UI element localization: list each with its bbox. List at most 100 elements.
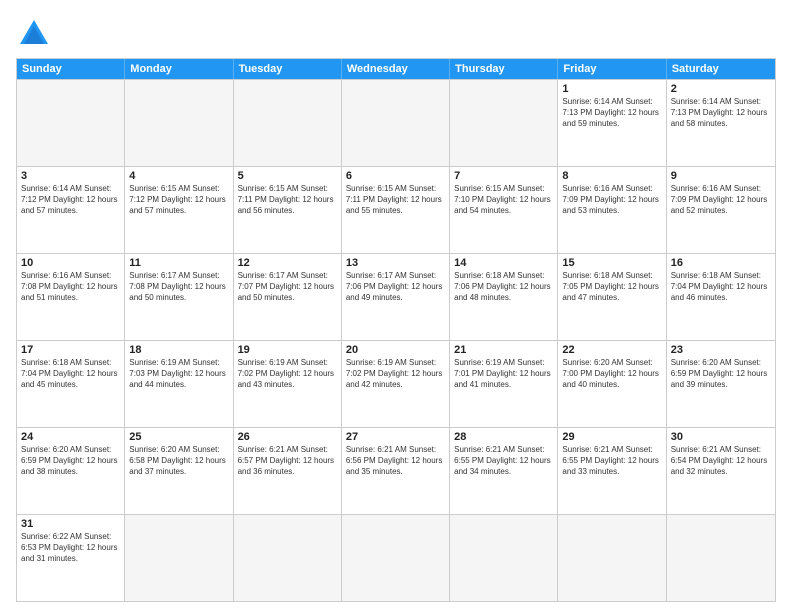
day-number: 30 <box>671 431 771 443</box>
calendar-cell: 25 Sunrise: 6:20 AM Sunset: 6:58 PM Dayli… <box>125 428 233 514</box>
calendar-cell: 2 Sunrise: 6:14 AM Sunset: 7:13 PM Daylig… <box>667 80 775 166</box>
calendar-cell: 12 Sunrise: 6:17 AM Sunset: 7:07 PM Dayli… <box>234 254 342 340</box>
calendar-cell: 1Sunrise: 6:14 AM Sunset: 7:13 PM Daylig… <box>558 80 666 166</box>
calendar-cell: 23 Sunrise: 6:20 AM Sunset: 6:59 PM Dayli… <box>667 341 775 427</box>
day-number: 31 <box>21 518 120 530</box>
day-info: Sunrise: 6:19 AM Sunset: 7:02 PM Dayligh… <box>346 358 445 390</box>
cal-header-cell: Sunday <box>17 59 125 79</box>
day-number: 16 <box>671 257 771 269</box>
day-number: 24 <box>21 431 120 443</box>
cal-header-cell: Saturday <box>667 59 775 79</box>
day-number: 26 <box>238 431 337 443</box>
calendar-cell <box>450 515 558 601</box>
calendar-cell: 28 Sunrise: 6:21 AM Sunset: 6:55 PM Dayli… <box>450 428 558 514</box>
day-info: Sunrise: 6:17 AM Sunset: 7:06 PM Dayligh… <box>346 271 445 303</box>
day-number: 13 <box>346 257 445 269</box>
day-number: 15 <box>562 257 661 269</box>
day-number: 21 <box>454 344 553 356</box>
page: SundayMondayTuesdayWednesdayThursdayFrid… <box>0 0 792 612</box>
calendar-cell: 16 Sunrise: 6:18 AM Sunset: 7:04 PM Dayli… <box>667 254 775 340</box>
calendar-cell: 26 Sunrise: 6:21 AM Sunset: 6:57 PM Dayli… <box>234 428 342 514</box>
calendar-cell: 7Sunrise: 6:15 AM Sunset: 7:10 PM Daylig… <box>450 167 558 253</box>
calendar-cell: 11 Sunrise: 6:17 AM Sunset: 7:08 PM Dayli… <box>125 254 233 340</box>
calendar-cell: 27 Sunrise: 6:21 AM Sunset: 6:56 PM Dayli… <box>342 428 450 514</box>
day-info: Sunrise: 6:20 AM Sunset: 6:58 PM Dayligh… <box>129 445 228 477</box>
calendar-cell: 5 Sunrise: 6:15 AM Sunset: 7:11 PM Daylig… <box>234 167 342 253</box>
calendar-week-row: 10 Sunrise: 6:16 AM Sunset: 7:08 PM Dayli… <box>17 253 775 340</box>
day-number: 7 <box>454 170 553 182</box>
calendar-cell: 24Sunrise: 6:20 AM Sunset: 6:59 PM Dayli… <box>17 428 125 514</box>
calendar-cell <box>558 515 666 601</box>
day-number: 12 <box>238 257 337 269</box>
logo <box>16 16 56 52</box>
calendar-cell: 13 Sunrise: 6:17 AM Sunset: 7:06 PM Dayli… <box>342 254 450 340</box>
day-info: Sunrise: 6:19 AM Sunset: 7:02 PM Dayligh… <box>238 358 337 390</box>
day-info: Sunrise: 6:16 AM Sunset: 7:08 PM Dayligh… <box>21 271 120 303</box>
calendar-cell <box>125 80 233 166</box>
day-info: Sunrise: 6:19 AM Sunset: 7:03 PM Dayligh… <box>129 358 228 390</box>
calendar-cell: 18Sunrise: 6:19 AM Sunset: 7:03 PM Dayli… <box>125 341 233 427</box>
day-info: Sunrise: 6:14 AM Sunset: 7:13 PM Dayligh… <box>671 97 771 129</box>
day-info: Sunrise: 6:21 AM Sunset: 6:57 PM Dayligh… <box>238 445 337 477</box>
day-info: Sunrise: 6:21 AM Sunset: 6:55 PM Dayligh… <box>454 445 553 477</box>
day-info: Sunrise: 6:18 AM Sunset: 7:04 PM Dayligh… <box>671 271 771 303</box>
day-number: 28 <box>454 431 553 443</box>
day-number: 5 <box>238 170 337 182</box>
day-number: 6 <box>346 170 445 182</box>
calendar-cell <box>234 515 342 601</box>
calendar-week-row: 3Sunrise: 6:14 AM Sunset: 7:12 PM Daylig… <box>17 166 775 253</box>
day-info: Sunrise: 6:21 AM Sunset: 6:55 PM Dayligh… <box>562 445 661 477</box>
calendar-cell <box>450 80 558 166</box>
cal-header-cell: Wednesday <box>342 59 450 79</box>
calendar-week-row: 24Sunrise: 6:20 AM Sunset: 6:59 PM Dayli… <box>17 427 775 514</box>
day-number: 29 <box>562 431 661 443</box>
day-info: Sunrise: 6:18 AM Sunset: 7:05 PM Dayligh… <box>562 271 661 303</box>
day-info: Sunrise: 6:15 AM Sunset: 7:11 PM Dayligh… <box>346 184 445 216</box>
calendar-week-row: 1 Sunrise: 6:14 AM Sunset: 7:13 PM Daylig… <box>17 79 775 166</box>
day-number: 23 <box>671 344 771 356</box>
day-number: 20 <box>346 344 445 356</box>
day-info: Sunrise: 6:17 AM Sunset: 7:08 PM Dayligh… <box>129 271 228 303</box>
cal-header-cell: Thursday <box>450 59 558 79</box>
calendar-cell <box>342 80 450 166</box>
day-number: 1 <box>562 83 661 95</box>
day-info: Sunrise: 6:19 AM Sunset: 7:01 PM Dayligh… <box>454 358 553 390</box>
day-info: Sunrise: 6:21 AM Sunset: 6:54 PM Dayligh… <box>671 445 771 477</box>
calendar-cell <box>667 515 775 601</box>
header <box>16 12 776 52</box>
calendar-cell: 21 Sunrise: 6:19 AM Sunset: 7:01 PM Dayli… <box>450 341 558 427</box>
calendar-cell: 20 Sunrise: 6:19 AM Sunset: 7:02 PM Dayli… <box>342 341 450 427</box>
calendar-cell: 19Sunrise: 6:19 AM Sunset: 7:02 PM Dayli… <box>234 341 342 427</box>
day-info: Sunrise: 6:20 AM Sunset: 7:00 PM Dayligh… <box>562 358 661 390</box>
calendar-cell: 6 Sunrise: 6:15 AM Sunset: 7:11 PM Daylig… <box>342 167 450 253</box>
calendar-cell: 15 Sunrise: 6:18 AM Sunset: 7:05 PM Dayli… <box>558 254 666 340</box>
day-number: 14 <box>454 257 553 269</box>
calendar-cell <box>234 80 342 166</box>
day-info: Sunrise: 6:22 AM Sunset: 6:53 PM Dayligh… <box>21 532 120 564</box>
calendar-cell: 14Sunrise: 6:18 AM Sunset: 7:06 PM Dayli… <box>450 254 558 340</box>
calendar-cell: 29 Sunrise: 6:21 AM Sunset: 6:55 PM Dayli… <box>558 428 666 514</box>
day-info: Sunrise: 6:20 AM Sunset: 6:59 PM Dayligh… <box>671 358 771 390</box>
calendar-cell: 3Sunrise: 6:14 AM Sunset: 7:12 PM Daylig… <box>17 167 125 253</box>
day-info: Sunrise: 6:15 AM Sunset: 7:11 PM Dayligh… <box>238 184 337 216</box>
cal-header-cell: Friday <box>558 59 666 79</box>
calendar-cell <box>17 80 125 166</box>
day-info: Sunrise: 6:16 AM Sunset: 7:09 PM Dayligh… <box>671 184 771 216</box>
day-number: 27 <box>346 431 445 443</box>
day-number: 8 <box>562 170 661 182</box>
cal-header-cell: Tuesday <box>234 59 342 79</box>
day-info: Sunrise: 6:21 AM Sunset: 6:56 PM Dayligh… <box>346 445 445 477</box>
day-number: 25 <box>129 431 228 443</box>
calendar: SundayMondayTuesdayWednesdayThursdayFrid… <box>16 58 776 602</box>
calendar-cell: 10 Sunrise: 6:16 AM Sunset: 7:08 PM Dayli… <box>17 254 125 340</box>
calendar-week-row: 31 Sunrise: 6:22 AM Sunset: 6:53 PM Dayli… <box>17 514 775 601</box>
day-info: Sunrise: 6:18 AM Sunset: 7:04 PM Dayligh… <box>21 358 120 390</box>
day-number: 22 <box>562 344 661 356</box>
day-number: 10 <box>21 257 120 269</box>
day-info: Sunrise: 6:17 AM Sunset: 7:07 PM Dayligh… <box>238 271 337 303</box>
day-info: Sunrise: 6:15 AM Sunset: 7:12 PM Dayligh… <box>129 184 228 216</box>
day-info: Sunrise: 6:14 AM Sunset: 7:12 PM Dayligh… <box>21 184 120 216</box>
day-number: 2 <box>671 83 771 95</box>
calendar-cell: 22 Sunrise: 6:20 AM Sunset: 7:00 PM Dayli… <box>558 341 666 427</box>
day-number: 11 <box>129 257 228 269</box>
